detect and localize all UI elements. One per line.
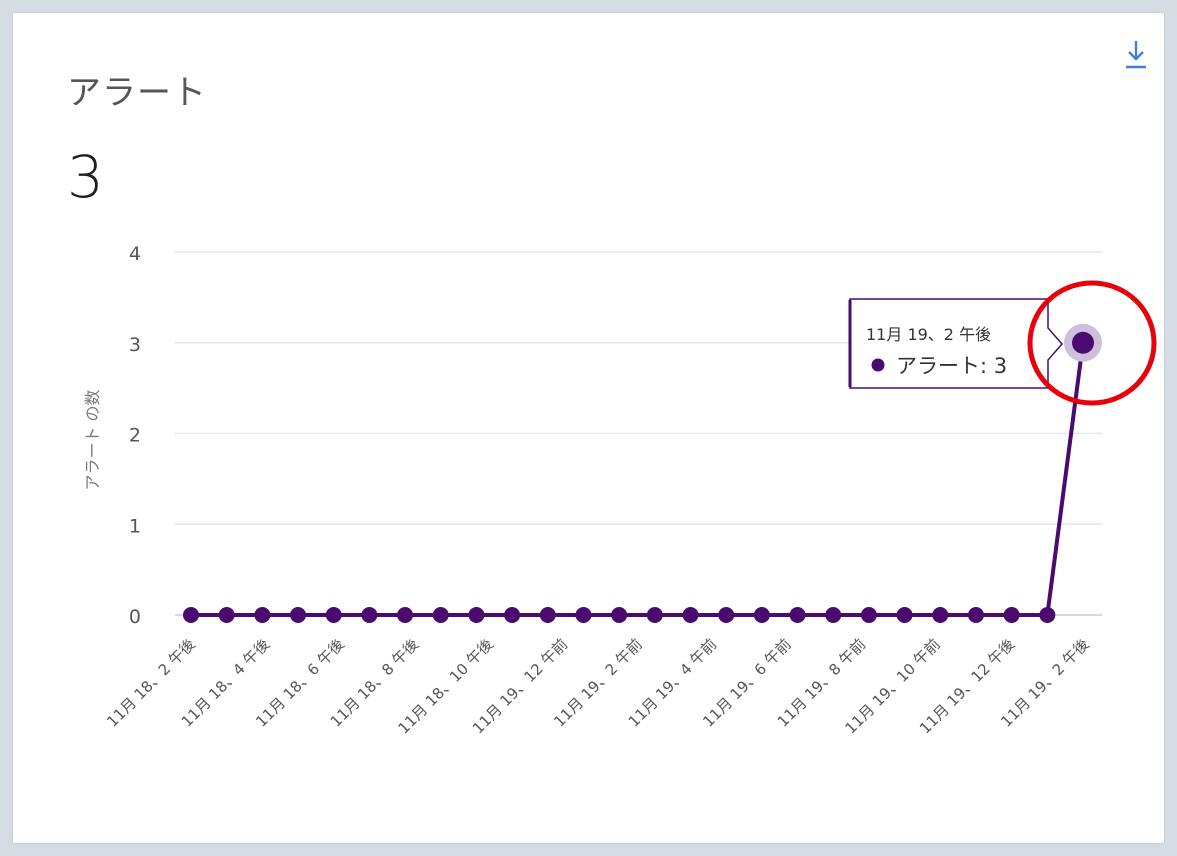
data-point[interactable] (860, 607, 877, 623)
y-axis-label: アラート の数 (83, 389, 102, 490)
tooltip-series-marker (871, 358, 885, 372)
data-point[interactable] (611, 607, 628, 623)
data-point[interactable] (825, 607, 842, 623)
y-tick-label: 2 (129, 425, 141, 447)
y-tick-label: 1 (129, 515, 141, 537)
data-point[interactable] (254, 607, 271, 623)
data-point[interactable] (682, 607, 699, 623)
y-tick-label: 3 (129, 334, 141, 356)
alerts-line-chart: 01234アラート の数11月 18、2 午後11月 18、4 午後11月 18… (83, 243, 1157, 737)
data-point[interactable] (967, 607, 984, 623)
data-point[interactable] (468, 607, 485, 623)
data-point[interactable] (397, 607, 414, 623)
data-point[interactable] (896, 607, 913, 623)
y-tick-label: 0 (129, 606, 141, 628)
data-point[interactable] (504, 607, 521, 623)
data-point[interactable] (789, 607, 806, 623)
data-point[interactable] (1003, 607, 1020, 623)
data-point[interactable] (325, 607, 342, 623)
data-point[interactable] (646, 607, 663, 623)
data-point[interactable] (218, 607, 235, 623)
data-point[interactable] (932, 607, 949, 623)
data-point[interactable] (539, 607, 556, 623)
tooltip-title: 11月 19、2 午後 (866, 325, 991, 344)
data-point[interactable] (753, 607, 770, 623)
data-point[interactable] (575, 607, 592, 623)
data-point[interactable] (290, 607, 307, 623)
data-point-highlighted[interactable] (1072, 331, 1094, 354)
y-tick-label: 4 (129, 243, 141, 265)
data-point[interactable] (361, 607, 378, 623)
tooltip-value: アラート: 3 (896, 354, 1007, 378)
data-point[interactable] (183, 607, 199, 623)
data-point[interactable] (432, 607, 449, 623)
data-point[interactable] (718, 607, 735, 623)
data-point[interactable] (1039, 607, 1056, 623)
